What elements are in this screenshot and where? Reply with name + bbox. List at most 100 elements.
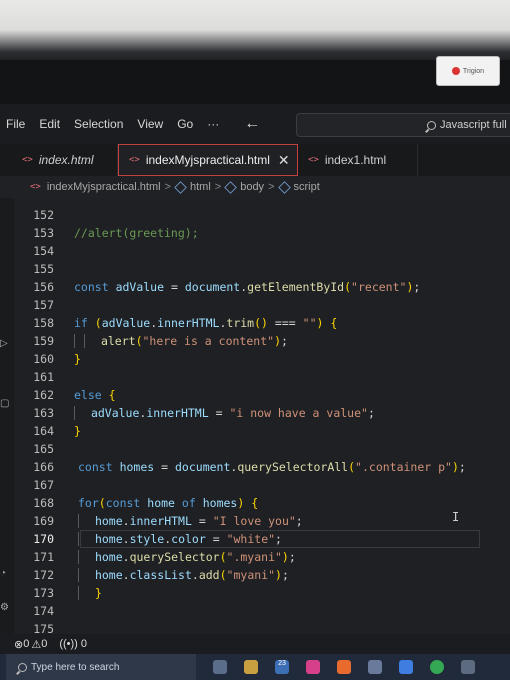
extensions-icon[interactable]: ▢ [0, 398, 9, 409]
menu-more-button[interactable]: ··· [200, 117, 226, 131]
code-line[interactable]: 167 [14, 476, 510, 494]
back-arrow-icon[interactable]: ← [244, 115, 260, 133]
mouse-cursor-icon: I [452, 510, 460, 524]
ports-indicator[interactable]: ((•)) 0 [59, 638, 87, 650]
code-text: adValue.innerHTML = "i now have a value"… [74, 406, 375, 421]
breadcrumb-separator: > [268, 181, 275, 193]
code-line[interactable]: 168 for(const home of homes) { [14, 494, 510, 512]
line-number: 162 [33, 388, 54, 402]
line-number: 153 [33, 226, 54, 240]
command-search-box[interactable]: Javascript full [296, 113, 510, 137]
html-file-icon: <> [22, 155, 33, 165]
breadcrumb-html[interactable]: html [174, 180, 211, 194]
line-number: 172 [33, 568, 54, 582]
code-line[interactable]: 153 //alert(greeting); [14, 224, 510, 242]
breadcrumb-body[interactable]: body [224, 180, 264, 194]
menu-file[interactable]: File [0, 117, 32, 131]
code-line[interactable]: 156 const adValue = document.getElementBy… [14, 278, 510, 296]
code-text: for(const home of homes) { [78, 496, 259, 510]
code-line[interactable]: 173 } [14, 584, 510, 602]
gear-icon[interactable]: ⚙ [0, 602, 9, 613]
tab-label: index1.html [324, 153, 387, 167]
line-number: 160 [33, 352, 54, 366]
vscode-icon[interactable] [399, 660, 413, 674]
calendar-icon[interactable] [244, 660, 258, 674]
code-text: } [78, 586, 102, 601]
code-line[interactable]: 163 adValue.innerHTML = "i now have a va… [14, 404, 510, 422]
line-number: 155 [33, 262, 54, 276]
task-view-icon[interactable] [213, 660, 227, 674]
breadcrumb-separator: > [214, 181, 222, 193]
editor-tabs: <> index.html <> indexMyjspractical.html… [0, 144, 510, 176]
code-line[interactable]: 152 [14, 206, 510, 224]
code-text: const homes = document.querySelectorAll(… [78, 460, 466, 474]
line-number: 152 [33, 208, 54, 222]
line-number: 168 [33, 496, 54, 510]
account-icon[interactable]: ◔ [0, 568, 6, 579]
html-file-icon: <> [308, 155, 319, 165]
code-line[interactable]: 169 home.innerHTML = "I love you"; [14, 512, 510, 530]
taskbar-search[interactable]: Type here to search [6, 654, 196, 680]
code-line[interactable]: 158 if (adValue.innerHTML.trim() === "") … [14, 314, 510, 332]
store-icon[interactable] [368, 660, 382, 674]
line-number: 163 [33, 406, 54, 420]
error-icon: ⊗ [14, 638, 24, 651]
line-number: 166 [33, 460, 54, 474]
code-line[interactable]: 170 home.style.color = "white"; [14, 530, 510, 548]
symbol-element-icon [174, 180, 187, 194]
activity-bar: ▷ ▢ ◔ ⚙ [0, 198, 14, 634]
symbol-element-icon [277, 180, 291, 194]
code-text: } [74, 352, 81, 366]
warning-icon: ⚠ [31, 638, 42, 651]
brand-logo-icon [451, 67, 460, 75]
menu-selection[interactable]: Selection [67, 117, 130, 131]
code-text: //alert(greeting); [74, 226, 199, 240]
code-line[interactable]: 166 const homes = document.querySelectorA… [14, 458, 510, 476]
code-text: home.classList.add("myani"); [78, 568, 289, 583]
tab-index1-html[interactable]: <> index1.html [298, 144, 418, 176]
whatsapp-icon[interactable] [461, 660, 475, 674]
code-line[interactable]: 162 else { [14, 386, 510, 404]
code-line[interactable]: 157 [14, 296, 510, 314]
code-line[interactable]: 159 alert("here is a content"); [14, 332, 510, 350]
line-number: 167 [33, 478, 54, 492]
firefox-icon[interactable] [337, 660, 351, 674]
search-icon [427, 120, 436, 130]
instagram-icon[interactable] [306, 660, 320, 674]
code-line[interactable]: 165 [14, 440, 510, 458]
code-line[interactable]: 164} [14, 422, 510, 440]
code-editor[interactable]: ▷ ▢ ◔ ⚙ 152 153 //alert(greeting); 154 155 15… [0, 198, 510, 636]
code-text: home.querySelector(".myani"); [78, 550, 296, 565]
problems-indicator[interactable]: ⊗ 0 ⚠ 0 [14, 638, 47, 651]
line-number: 164 [33, 424, 54, 438]
symbol-element-icon [224, 180, 237, 194]
code-line[interactable]: 154 [14, 242, 510, 260]
code-line[interactable]: 172 home.classList.add("myani"); [14, 566, 510, 584]
menu-go[interactable]: Go [170, 117, 200, 131]
broadcast-icon: ((•)) [59, 638, 78, 650]
debug-icon[interactable]: ▷ [0, 338, 8, 349]
breadcrumb-file[interactable]: <> indexMyjspractical.html [30, 181, 161, 193]
code-line[interactable]: 174 [14, 602, 510, 620]
menu-bar: File Edit Selection View Go ··· ← Javasc… [0, 104, 510, 144]
tab-label: indexMyjspractical.html [145, 153, 270, 167]
tab-index-html[interactable]: <> index.html [0, 144, 118, 176]
chrome-icon[interactable] [430, 660, 444, 674]
line-number: 165 [33, 442, 54, 456]
line-number: 170 [33, 532, 54, 546]
code-line[interactable]: 160} [14, 350, 510, 368]
menu-edit[interactable]: Edit [32, 117, 67, 131]
code-line[interactable]: 171 home.querySelector(".myani"); [14, 548, 510, 566]
close-icon[interactable]: ✕ [278, 152, 290, 169]
code-line[interactable]: 161 [14, 368, 510, 386]
menu-view[interactable]: View [130, 117, 170, 131]
breadcrumb: <> indexMyjspractical.html > html > body… [0, 176, 510, 198]
line-number: 158 [33, 316, 54, 330]
tab-indexmyjspractical-html[interactable]: <> indexMyjspractical.html ✕ [118, 144, 298, 176]
breadcrumb-script[interactable]: script [277, 180, 320, 194]
code-line[interactable]: 155 [14, 260, 510, 278]
code-text: if (adValue.innerHTML.trim() === "") { [74, 316, 338, 330]
mail-icon[interactable]: 23 [275, 660, 289, 674]
code-text: } [74, 424, 81, 438]
monitor-badge: Trigion [436, 56, 500, 86]
